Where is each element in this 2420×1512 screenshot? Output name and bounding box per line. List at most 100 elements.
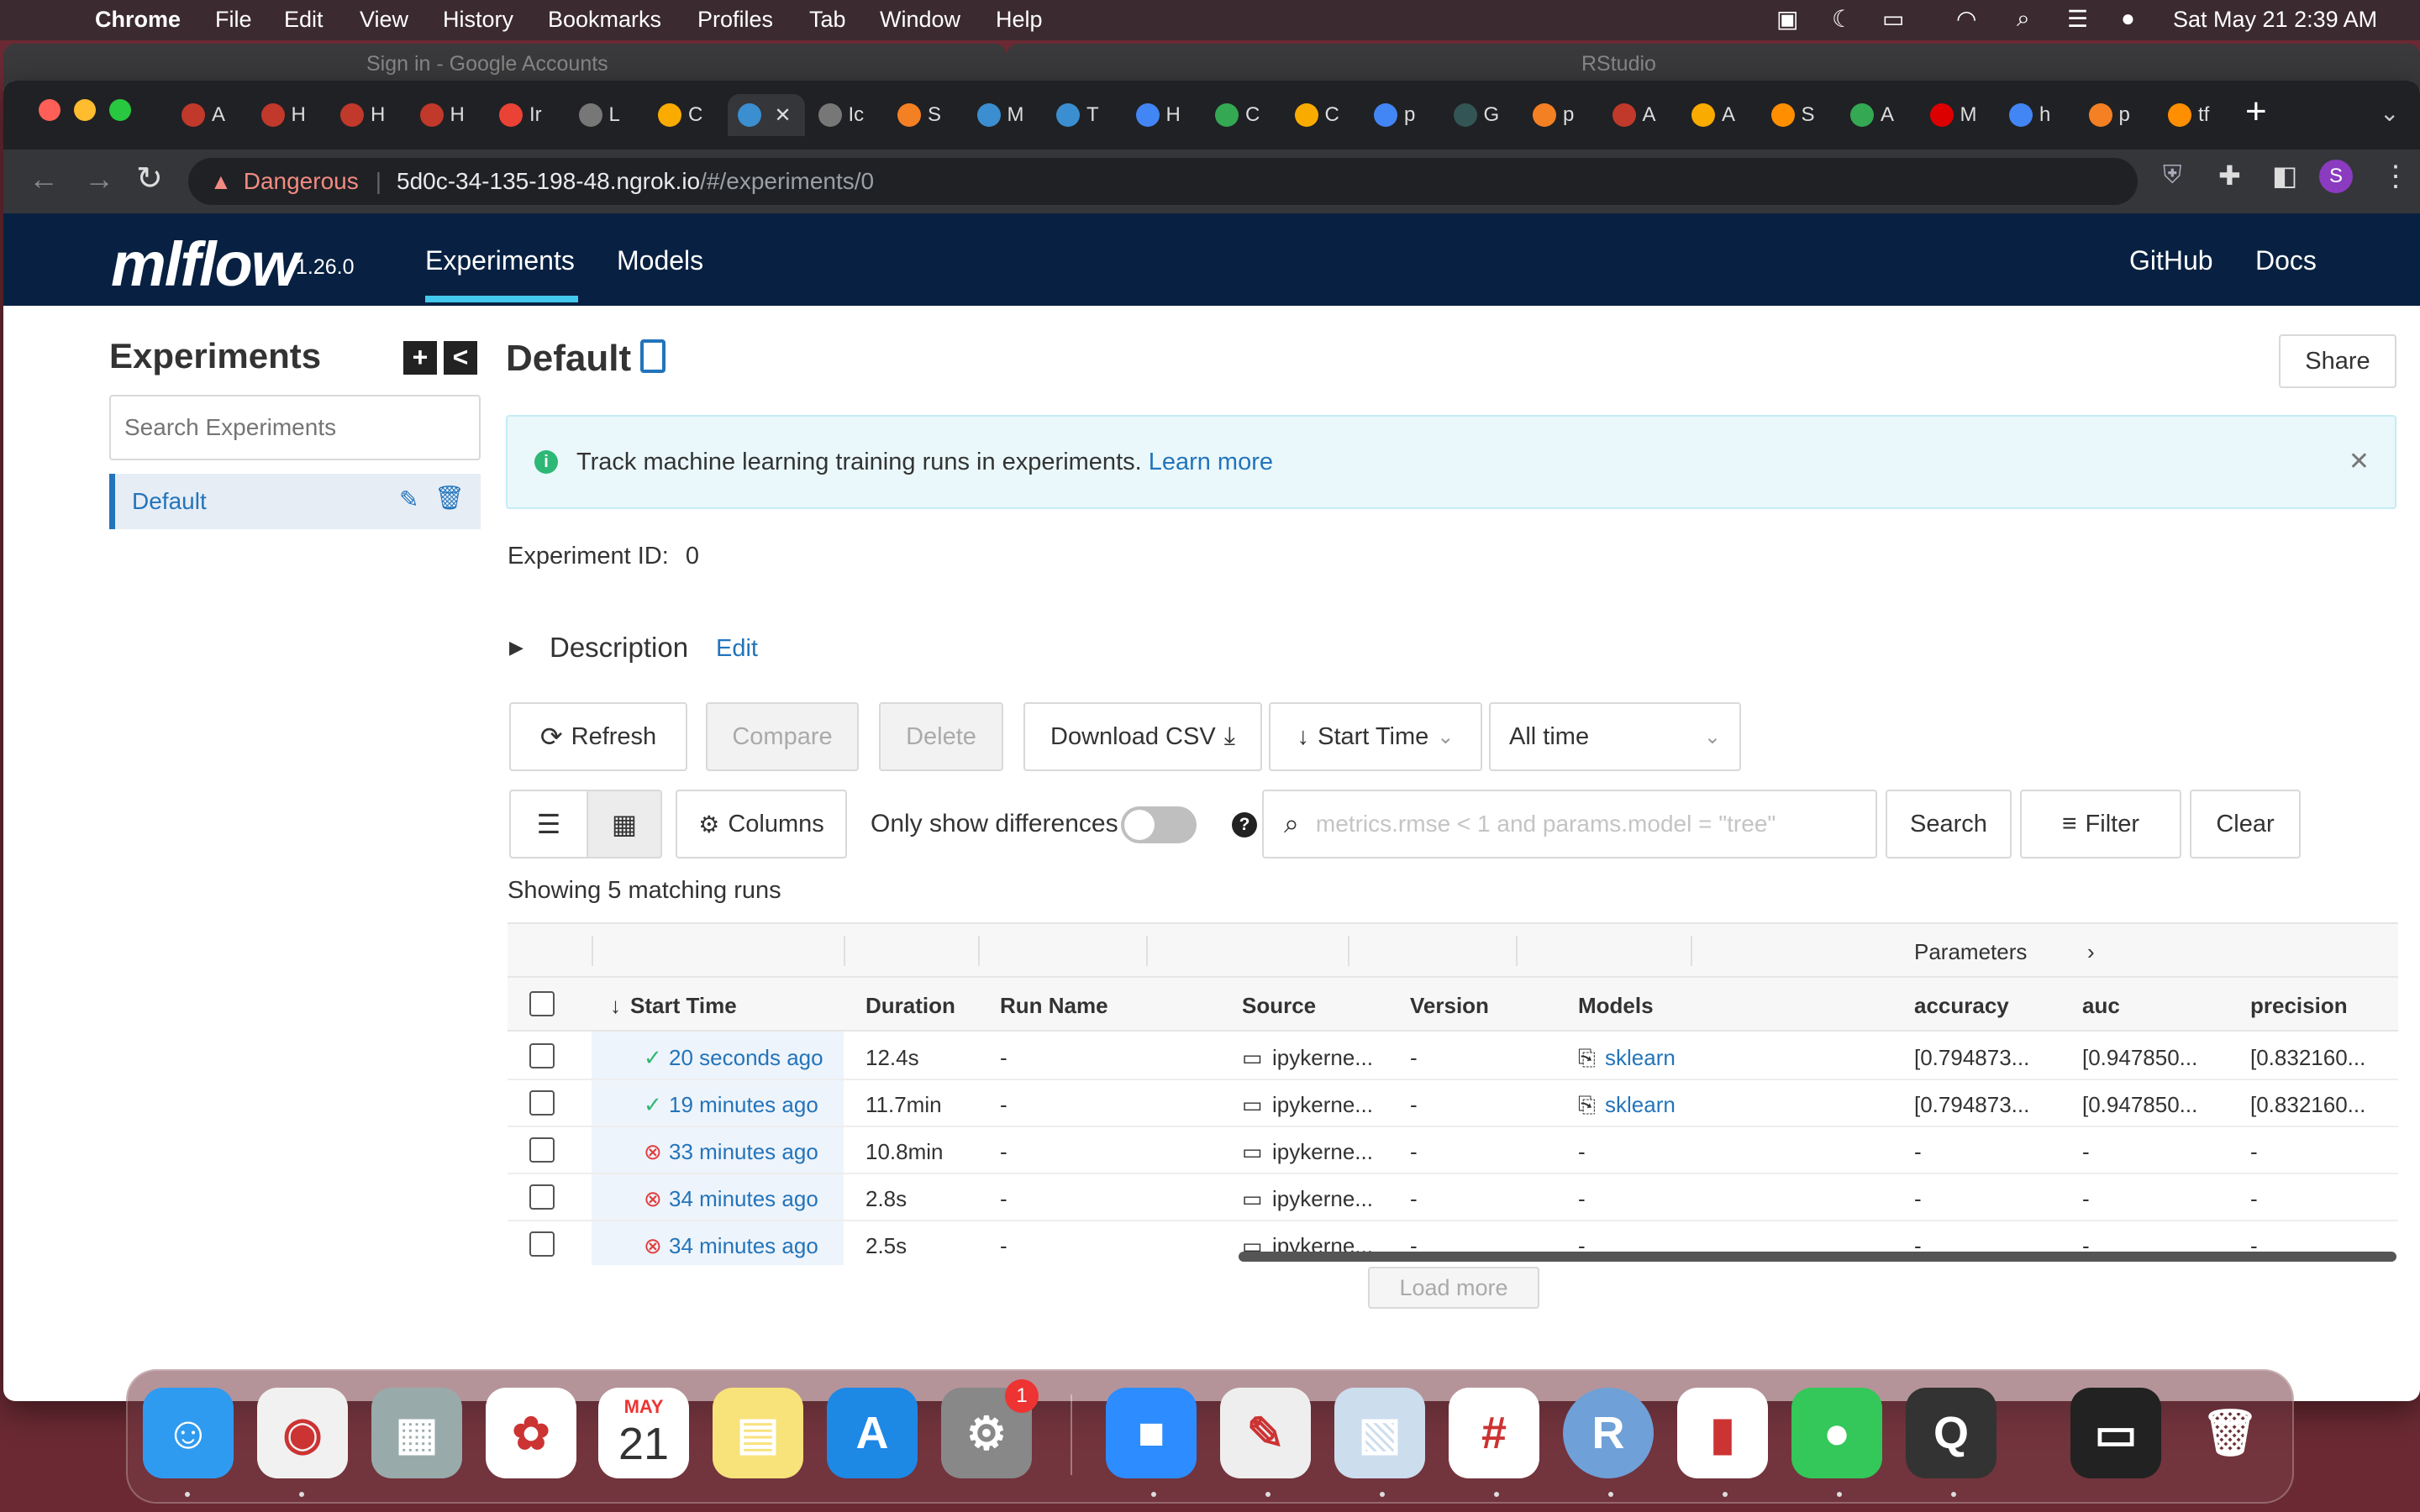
browser-tab[interactable]: Ir xyxy=(489,94,561,136)
chrome-menu-icon[interactable]: ⋮ xyxy=(2381,160,2410,193)
profile-avatar[interactable]: S xyxy=(2319,160,2353,193)
browser-tab[interactable]: T xyxy=(1046,94,1118,136)
add-experiment-button[interactable]: + xyxy=(403,341,437,375)
nav-github[interactable]: GitHub xyxy=(2129,245,2213,276)
search-experiments-input[interactable] xyxy=(109,395,481,460)
sidebar-item-default[interactable]: Default ✎ 🗑 xyxy=(109,474,481,529)
cell-models[interactable]: sklearn xyxy=(1605,1092,1676,1118)
run-start-time-link[interactable]: 19 minutes ago xyxy=(669,1092,818,1118)
menu-history[interactable]: History xyxy=(443,7,513,33)
nav-docs[interactable]: Docs xyxy=(2255,245,2317,276)
menu-datetime[interactable]: Sat May 21 2:39 AM xyxy=(2173,7,2377,33)
forward-arrow-icon[interactable]: → xyxy=(84,161,114,197)
browser-tab[interactable]: h xyxy=(1999,94,2071,136)
filter-button[interactable]: ≡ Filter xyxy=(2020,790,2181,858)
side-panel-icon[interactable]: ◧ xyxy=(2272,160,2297,192)
caret-right-icon[interactable]: ▶ xyxy=(509,637,523,659)
browser-tab[interactable]: A xyxy=(171,94,244,136)
browser-tab[interactable]: p xyxy=(1364,94,1436,136)
browser-tab[interactable]: M xyxy=(967,94,1039,136)
do-not-disturb-icon[interactable]: ☾ xyxy=(1832,5,1853,33)
learn-more-link[interactable]: Learn more xyxy=(1149,449,1273,476)
trash-icon[interactable]: 🗑 xyxy=(2185,1388,2275,1478)
notes-icon[interactable]: ▤ xyxy=(713,1388,803,1478)
extensions-puzzle-icon[interactable]: ✚ xyxy=(2218,160,2241,192)
cell-models[interactable]: sklearn xyxy=(1605,1045,1676,1071)
new-tab-button[interactable]: + xyxy=(2245,91,2267,133)
column-header-accuracy[interactable]: accuracy xyxy=(1914,993,2009,1019)
back-arrow-icon[interactable]: ← xyxy=(29,161,59,197)
browser-tab[interactable]: p xyxy=(2079,94,2151,136)
table-row[interactable]: ✓ 20 seconds ago ▭ ⎘ 12.4s - ipykerne... - sklea… xyxy=(508,1033,2398,1080)
close-tab-icon[interactable]: ✕ xyxy=(775,103,792,128)
photos-icon[interactable]: ✿ xyxy=(486,1388,576,1478)
mlflow-logo[interactable]: mlflow xyxy=(111,228,299,300)
quicktime-icon[interactable]: Q xyxy=(1906,1388,1996,1478)
table-row[interactable]: ✓ 19 minutes ago ▭ ⎘ 11.7min - ipykerne... - skl… xyxy=(508,1080,2398,1127)
numbers-icon[interactable]: ▮ xyxy=(1677,1388,1768,1478)
textedit-icon[interactable]: ✎ xyxy=(1220,1388,1311,1478)
table-row[interactable]: ⊗ 33 minutes ago ▭ 10.8min - ipykerne... - - - - - xyxy=(508,1127,2398,1174)
menu-bookmarks[interactable]: Bookmarks xyxy=(548,7,661,33)
browser-tab[interactable]: C xyxy=(648,94,720,136)
collapse-sidebar-button[interactable]: < xyxy=(444,341,477,375)
browser-tab[interactable]: A xyxy=(1681,94,1754,136)
sort-select[interactable]: ↓ Start Time ⌄ xyxy=(1269,702,1482,771)
run-start-time-link[interactable]: 34 minutes ago xyxy=(669,1233,818,1259)
reload-icon[interactable]: ↻ xyxy=(136,160,163,197)
browser-tab[interactable]: H xyxy=(1126,94,1198,136)
zoom-icon[interactable]: ■ xyxy=(1106,1388,1197,1478)
table-row[interactable]: ⊗ 34 minutes ago ▭ 2.8s - ipykerne... - - - - - xyxy=(508,1174,2398,1221)
security-status[interactable]: Dangerous xyxy=(244,168,359,195)
minimize-window-button[interactable] xyxy=(74,99,96,121)
browser-tab[interactable]: M xyxy=(1920,94,1992,136)
menu-profiles[interactable]: Profiles xyxy=(697,7,773,33)
browser-tab[interactable]: ✕ xyxy=(727,94,805,136)
system-preferences-icon[interactable]: ⚙ 1 xyxy=(941,1379,1039,1478)
description-edit-link[interactable]: Edit xyxy=(716,635,758,663)
close-banner-icon[interactable]: ✕ xyxy=(2349,447,2370,476)
messages-icon[interactable]: ● xyxy=(1791,1388,1882,1478)
row-checkbox[interactable] xyxy=(529,1231,555,1257)
list-view-button[interactable]: ☰ xyxy=(509,790,588,858)
window-thumbnail-icon[interactable]: ▭ xyxy=(2070,1388,2161,1478)
browser-tab[interactable]: S xyxy=(1761,94,1833,136)
nav-experiments[interactable]: Experiments xyxy=(425,245,575,276)
app-store-icon[interactable]: A xyxy=(827,1388,918,1478)
menu-window[interactable]: Window xyxy=(880,7,960,33)
search-button[interactable]: Search xyxy=(1886,790,2012,858)
maximize-window-button[interactable] xyxy=(109,99,131,121)
slack-icon[interactable]: # xyxy=(1449,1388,1539,1478)
preview-icon[interactable]: ▧ xyxy=(1334,1388,1425,1478)
search-runs-input[interactable]: ⌕ metrics.rmse < 1 and params.model = "t… xyxy=(1262,790,1877,858)
browser-tab[interactable]: Ic xyxy=(808,94,881,136)
browser-tab[interactable]: A xyxy=(1840,94,1912,136)
zoom-menu-icon[interactable]: ▣ xyxy=(1776,5,1798,33)
only-show-differences-toggle[interactable] xyxy=(1121,806,1197,843)
menu-view[interactable]: View xyxy=(360,7,408,33)
columns-button[interactable]: ⚙ Columns xyxy=(676,790,847,858)
parameters-group-header[interactable]: Parameters xyxy=(1914,939,2027,965)
menu-help[interactable]: Help xyxy=(996,7,1043,33)
horizontal-scrollbar[interactable] xyxy=(1239,1252,2396,1262)
time-range-select[interactable]: All time ⌄ xyxy=(1489,702,1741,771)
r-icon[interactable]: R xyxy=(1563,1388,1654,1478)
menu-edit[interactable]: Edit xyxy=(284,7,324,33)
extension-shield-icon[interactable]: ⛨ xyxy=(2163,161,2182,190)
close-window-button[interactable] xyxy=(39,99,60,121)
browser-tab[interactable]: A xyxy=(1602,94,1675,136)
help-icon[interactable]: ? xyxy=(1232,812,1257,837)
menu-tab[interactable]: Tab xyxy=(809,7,846,33)
delete-button[interactable]: Delete xyxy=(879,702,1003,771)
browser-tab[interactable]: L xyxy=(569,94,641,136)
column-header-duration[interactable]: Duration xyxy=(865,993,955,1019)
compare-button[interactable]: Compare xyxy=(706,702,859,771)
calendar-icon[interactable]: MAY 21 xyxy=(598,1388,689,1478)
browser-tab[interactable]: H xyxy=(330,94,402,136)
clear-button[interactable]: Clear xyxy=(2190,790,2301,858)
browser-tab[interactable]: G xyxy=(1444,94,1516,136)
edit-pencil-icon[interactable]: ✎ xyxy=(399,486,418,513)
row-checkbox[interactable] xyxy=(529,1137,555,1163)
spotlight-icon[interactable]: ⌕ xyxy=(2017,5,2030,33)
select-all-checkbox[interactable] xyxy=(529,991,555,1016)
